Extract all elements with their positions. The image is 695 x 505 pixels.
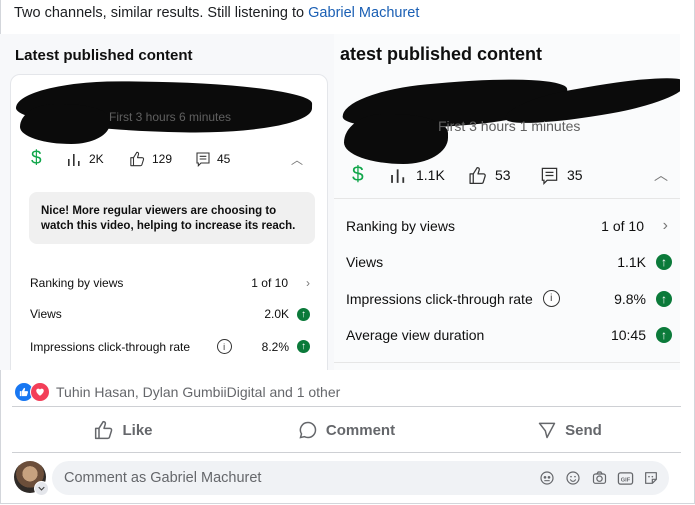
like-button[interactable]: Like xyxy=(12,412,235,448)
bar-chart-icon xyxy=(391,169,405,183)
comment-input[interactable] xyxy=(62,469,506,487)
sticker-icon[interactable] xyxy=(641,468,661,488)
metric-row: Impressions click-through rate i 8.2% ↑ xyxy=(30,339,310,354)
metric-value: 10:45 xyxy=(610,327,646,343)
comment-icon xyxy=(541,167,558,185)
gif-icon[interactable]: GIF xyxy=(615,468,635,488)
send-button[interactable]: Send xyxy=(458,412,681,448)
post-text: Two channels, similar results. Still lis… xyxy=(14,5,419,21)
metric-name: Impressions click-through rate xyxy=(346,290,533,307)
mentioned-user-link[interactable]: Gabriel Machuret xyxy=(308,5,419,21)
performance-note: Nice! More regular viewers are choosing … xyxy=(29,192,315,244)
like-label: Like xyxy=(122,421,153,439)
stats-row: $ 1.1K 53 35 ︿ xyxy=(352,163,668,187)
likes-stat: 129 xyxy=(129,151,195,167)
chevron-up-icon[interactable]: ︿ xyxy=(654,165,668,185)
divider xyxy=(334,198,680,199)
comment-composer: GIF xyxy=(52,461,669,495)
chevron-up-icon[interactable]: ︿ xyxy=(291,151,303,168)
section-title: Latest published content xyxy=(15,47,193,64)
arrow-up-icon: ↑ xyxy=(297,340,310,353)
metric-row[interactable]: Ranking by views 1 of 10 › xyxy=(346,217,668,235)
metric-row: Impressions click-through rate i 9.8% ↑ xyxy=(346,290,672,307)
metric-value: 2.0K xyxy=(264,307,289,321)
dollar-icon: $ xyxy=(352,163,364,186)
metric-row: Views 1.1K ↑ xyxy=(346,254,672,270)
metric-row: Average view duration 10:45 ↑ xyxy=(346,327,672,343)
reactors-text: Tuhin Hasan, Dylan GumbiiDigital and 1 o… xyxy=(56,384,341,400)
svg-text:GIF: GIF xyxy=(620,477,630,483)
attached-image-right[interactable]: atest published content First 3 hours 1 … xyxy=(334,34,680,370)
views-count: 2K xyxy=(89,152,104,166)
reaction-icons xyxy=(14,382,50,402)
likes-count: 53 xyxy=(495,167,511,183)
redacted-thumbnail xyxy=(344,114,448,164)
bar-chart-icon xyxy=(68,154,80,166)
comment-icon xyxy=(196,152,210,167)
metric-name: Average view duration xyxy=(346,327,485,343)
metric-row: Views 2.0K ↑ xyxy=(30,307,310,321)
chevron-right-icon[interactable]: › xyxy=(288,276,310,290)
views-count: 1.1K xyxy=(416,167,445,183)
comment-button[interactable]: Comment xyxy=(235,412,458,448)
comment-label: Comment xyxy=(325,421,396,439)
metric-name: Ranking by views xyxy=(346,218,455,234)
likes-stat: 53 xyxy=(468,166,540,185)
comments-stat: 45 xyxy=(195,151,291,167)
dollar-icon: $ xyxy=(31,148,42,169)
arrow-up-icon: ↑ xyxy=(656,327,672,343)
first-hours-label: First 3 hours 6 minutes xyxy=(109,110,232,124)
comments-count: 35 xyxy=(567,167,583,183)
thumbs-up-icon xyxy=(469,166,486,184)
avatar-sticker-icon[interactable] xyxy=(537,468,557,488)
metric-value: 1.1K xyxy=(617,254,646,270)
post-text-body: Two channels, similar results. Still lis… xyxy=(14,5,309,21)
divider xyxy=(334,362,680,363)
views-stat: 2K xyxy=(67,152,129,166)
info-icon[interactable]: i xyxy=(216,339,232,354)
metric-name: Views xyxy=(346,254,384,270)
send-label: Send xyxy=(565,421,602,439)
chevron-down-icon[interactable] xyxy=(34,481,49,496)
arrow-up-icon: ↑ xyxy=(656,290,672,307)
metric-value: 8.2% xyxy=(261,339,289,354)
views-stat: 1.1K xyxy=(390,167,468,183)
chevron-right-icon[interactable]: › xyxy=(644,217,668,235)
metric-row[interactable]: Ranking by views 1 of 10 › xyxy=(30,276,310,290)
divider xyxy=(12,452,681,453)
love-icon xyxy=(30,382,50,402)
metric-value: 1 of 10 xyxy=(601,218,644,234)
metric-name: Ranking by views xyxy=(30,276,124,290)
reactions-summary[interactable]: Tuhin Hasan, Dylan GumbiiDigital and 1 o… xyxy=(14,382,340,402)
metric-name: Views xyxy=(30,307,62,321)
attached-image-left[interactable]: Latest published content First 3 hours 6… xyxy=(0,34,338,370)
camera-icon[interactable] xyxy=(589,468,609,488)
metric-name: Impressions click-through rate xyxy=(30,339,191,354)
stats-row: $ 2K 129 45 ︿ xyxy=(31,148,303,170)
metric-value: 9.8% xyxy=(614,290,646,307)
comment-bubble-icon xyxy=(299,421,317,439)
arrow-up-icon: ↑ xyxy=(297,307,310,321)
redacted-thumbnail xyxy=(20,104,110,144)
likes-count: 129 xyxy=(152,152,173,166)
metric-value: 1 of 10 xyxy=(251,276,288,290)
composer-icons: GIF xyxy=(537,468,661,488)
first-hours-label: First 3 hours 1 minutes xyxy=(438,118,581,134)
thumbs-up-icon xyxy=(95,420,113,440)
comments-count: 45 xyxy=(217,152,231,166)
post-actions: Like Comment Send xyxy=(12,412,681,448)
divider xyxy=(12,406,681,407)
send-icon xyxy=(538,422,556,439)
info-icon[interactable]: i xyxy=(542,290,560,307)
arrow-up-icon: ↑ xyxy=(656,254,672,270)
emoji-icon[interactable] xyxy=(563,468,583,488)
section-title: atest published content xyxy=(340,44,543,64)
comments-stat: 35 xyxy=(540,166,654,185)
thumbs-up-icon xyxy=(130,151,145,167)
